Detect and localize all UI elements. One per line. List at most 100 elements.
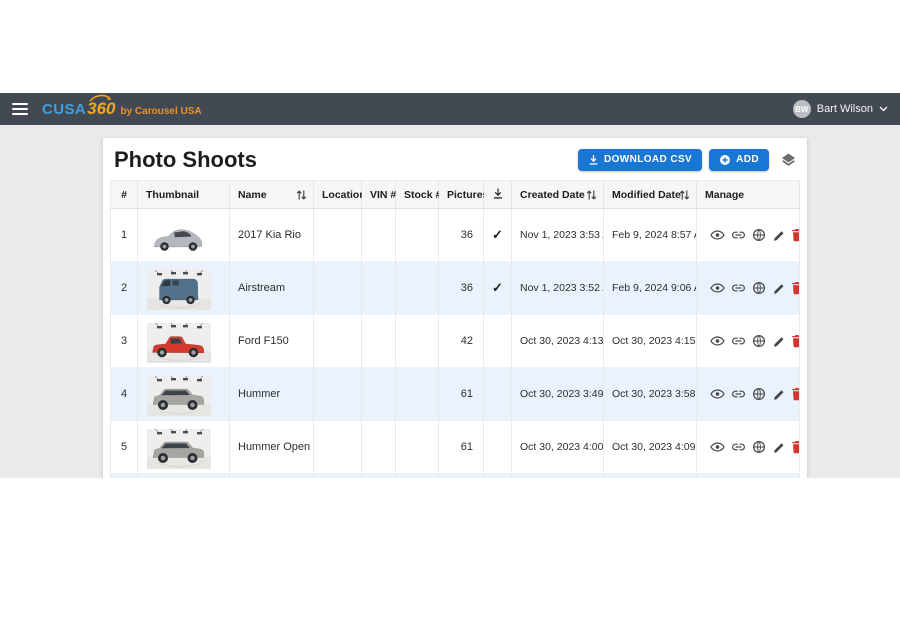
add-button[interactable]: ADD (709, 149, 769, 171)
location-value (314, 368, 362, 421)
page-title: Photo Shoots (114, 147, 257, 173)
delete-icon[interactable] (791, 334, 800, 348)
check-icon: ✓ (492, 280, 503, 295)
row-number: 2 (111, 262, 138, 315)
col-created-date: Created Date (512, 181, 604, 209)
downloaded-cell: ✓ (484, 262, 512, 315)
stock-value (396, 368, 439, 421)
table-body: 1 2017 Kia Rio 36 ✓ Nov 1, 2023 3:53 AM … (111, 209, 800, 479)
col-name: Name (230, 181, 314, 209)
downloaded-cell (484, 368, 512, 421)
downloaded-cell (484, 315, 512, 368)
sort-icon[interactable] (296, 189, 307, 204)
publish-icon[interactable] (752, 334, 766, 348)
table-row: 5 Hummer Open Doors 61 Oct 30, 2023 4:00… (111, 421, 800, 474)
pictures-count: 61 (439, 368, 484, 421)
view-icon[interactable] (710, 229, 725, 241)
table-row: 2 Airstream 36 ✓ Nov 1, 2023 3:52 AM Feb… (111, 262, 800, 315)
delete-icon[interactable] (791, 387, 800, 401)
col-modified-date: Modified Date (604, 181, 697, 209)
table-row: 4 Hummer 61 Oct 30, 2023 3:49 AM Oct 30,… (111, 368, 800, 421)
vehicle-thumbnail[interactable] (147, 217, 211, 257)
vin-value (362, 209, 396, 262)
view-icon[interactable] (710, 282, 725, 294)
view-icon[interactable] (710, 388, 725, 400)
modified-date: Feb 9, 2024 8:57 AM (604, 209, 697, 262)
vin-value (362, 315, 396, 368)
modified-date: Oct 30, 2023 4:15 AM (604, 315, 697, 368)
edit-icon[interactable] (772, 282, 785, 295)
layers-icon[interactable] (780, 152, 797, 168)
edit-icon[interactable] (772, 388, 785, 401)
logo-cusa-text: CUSA (42, 101, 86, 118)
thumbnail-cell (138, 368, 230, 421)
vehicle-thumbnail[interactable] (147, 270, 211, 310)
publish-icon[interactable] (752, 387, 766, 401)
chevron-down-icon (879, 106, 888, 112)
publish-icon[interactable] (752, 228, 766, 242)
link-icon[interactable] (731, 441, 746, 453)
vehicle-thumbnail[interactable] (147, 376, 211, 416)
delete-icon[interactable] (791, 440, 800, 454)
thumbnail-cell (138, 421, 230, 474)
edit-icon[interactable] (772, 335, 785, 348)
link-icon[interactable] (731, 229, 746, 241)
vehicle-thumbnail[interactable] (147, 429, 211, 469)
page-content: Photo Shoots DOWNLOAD CSV ADD (0, 125, 900, 478)
app-logo[interactable]: CUSA 360 by Carousel USA (42, 99, 202, 119)
vehicle-thumbnail[interactable] (147, 323, 211, 363)
col-downloaded (484, 181, 512, 209)
manage-cell (697, 209, 800, 262)
user-name: Bart Wilson (817, 103, 873, 115)
delete-icon[interactable] (791, 281, 800, 295)
created-date: Oct 30, 2023 3:49 AM (512, 368, 604, 421)
location-value (314, 474, 362, 479)
edit-icon[interactable] (772, 441, 785, 454)
thumbnail-cell (138, 209, 230, 262)
row-number: 1 (111, 209, 138, 262)
downloaded-cell (484, 421, 512, 474)
view-icon[interactable] (710, 441, 725, 453)
publish-icon[interactable] (752, 440, 766, 454)
created-date: Nov 1, 2023 3:52 AM (512, 262, 604, 315)
sort-icon[interactable] (679, 189, 690, 204)
manage-cell (697, 421, 800, 474)
download-csv-button[interactable]: DOWNLOAD CSV (578, 149, 702, 171)
view-icon[interactable] (710, 335, 725, 347)
publish-icon[interactable] (752, 281, 766, 295)
created-date: Nov 1, 2023 3:53 AM (512, 209, 604, 262)
plus-circle-icon (719, 154, 731, 166)
thumbnail-cell (138, 262, 230, 315)
modified-date (604, 474, 697, 479)
stock-value (396, 262, 439, 315)
col-vin: VIN # (362, 181, 396, 209)
logo-tagline: by Carousel USA (120, 106, 201, 117)
check-icon: ✓ (492, 227, 503, 242)
menu-icon[interactable] (12, 103, 28, 115)
vin-value (362, 262, 396, 315)
shoot-name: Hummer (230, 368, 314, 421)
photo-shoots-card: Photo Shoots DOWNLOAD CSV ADD (103, 138, 807, 478)
downloaded-cell (484, 474, 512, 479)
user-menu[interactable]: BW Bart Wilson (793, 100, 890, 118)
link-icon[interactable] (731, 282, 746, 294)
col-stock: Stock # (396, 181, 439, 209)
shoot-name: Airstream (230, 262, 314, 315)
col-num: # (111, 181, 138, 209)
edit-icon[interactable] (772, 229, 785, 242)
link-icon[interactable] (731, 388, 746, 400)
sort-icon[interactable] (586, 189, 597, 204)
created-date: Oct 30, 2023 4:00 AM (512, 421, 604, 474)
shoot-name: 2017 Kia Rio (230, 209, 314, 262)
thumbnail-cell (138, 315, 230, 368)
delete-icon[interactable] (791, 228, 800, 242)
link-icon[interactable] (731, 335, 746, 347)
modified-date: Feb 9, 2024 9:06 AM (604, 262, 697, 315)
location-value (314, 262, 362, 315)
modified-date: Oct 30, 2023 4:09 AM (604, 421, 697, 474)
stock-value (396, 474, 439, 479)
manage-cell (697, 474, 800, 479)
col-pictures: Pictures (439, 181, 484, 209)
top-navigation-bar: CUSA 360 by Carousel USA BW Bart Wilson (0, 93, 900, 125)
table-row: 3 Ford F150 42 Oct 30, 2023 4:13 AM Oct … (111, 315, 800, 368)
